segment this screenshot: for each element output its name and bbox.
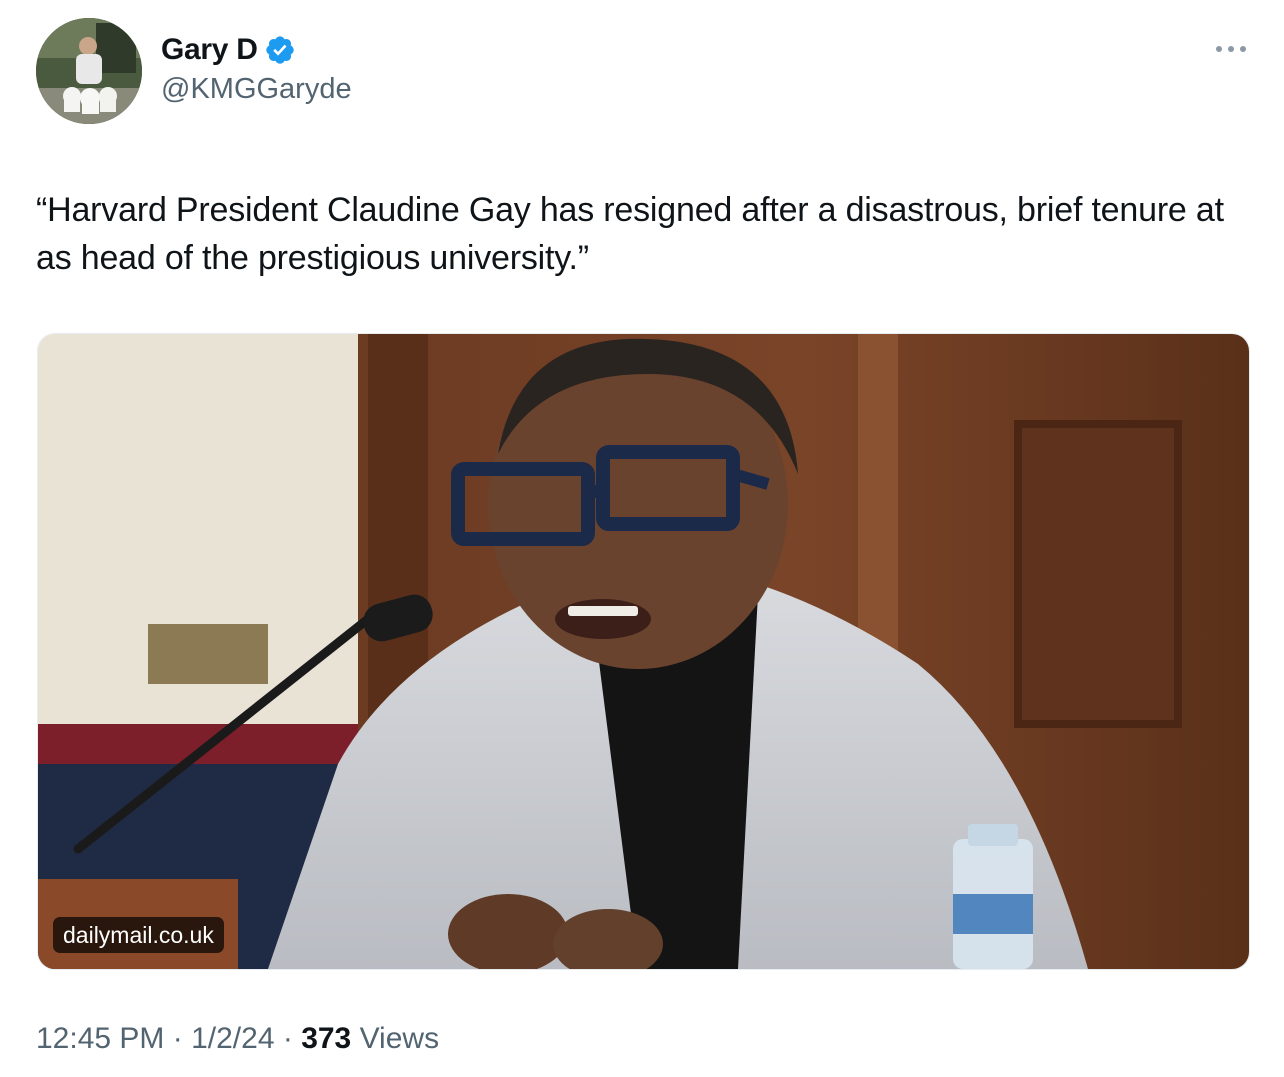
more-options-button[interactable] xyxy=(1216,38,1246,60)
verified-badge-icon[interactable] xyxy=(264,34,296,66)
tweet-text: “Harvard President Claudine Gay has resi… xyxy=(36,191,1224,277)
more-dots-icon xyxy=(1216,46,1222,52)
tweet-meta: 12:45 PM · 1/2/24 · 373 Views xyxy=(36,1022,439,1056)
more-dots-icon xyxy=(1240,46,1246,52)
views-count[interactable]: 373 xyxy=(301,1022,351,1055)
author-avatar[interactable] xyxy=(36,18,142,124)
author-handle[interactable]: @KMGGaryde xyxy=(161,73,352,106)
meta-separator: · xyxy=(274,1022,302,1055)
tweet-card: Gary D @KMGGaryde “Harvard President Cla… xyxy=(0,0,1284,1077)
tweet-time[interactable]: 12:45 PM xyxy=(36,1022,164,1055)
tweet-date[interactable]: 1/2/24 xyxy=(191,1022,274,1055)
media-card[interactable]: dailymail.co.uk xyxy=(37,333,1250,970)
avatar-photo xyxy=(36,18,142,124)
news-photo xyxy=(38,334,1249,969)
link-source-badge[interactable]: dailymail.co.uk xyxy=(53,917,224,953)
meta-separator: · xyxy=(164,1022,192,1055)
author-display-name[interactable]: Gary D xyxy=(161,33,258,67)
author-name-row: Gary D xyxy=(161,30,296,70)
views-label[interactable]: Views xyxy=(351,1022,440,1055)
more-dots-icon xyxy=(1228,46,1234,52)
